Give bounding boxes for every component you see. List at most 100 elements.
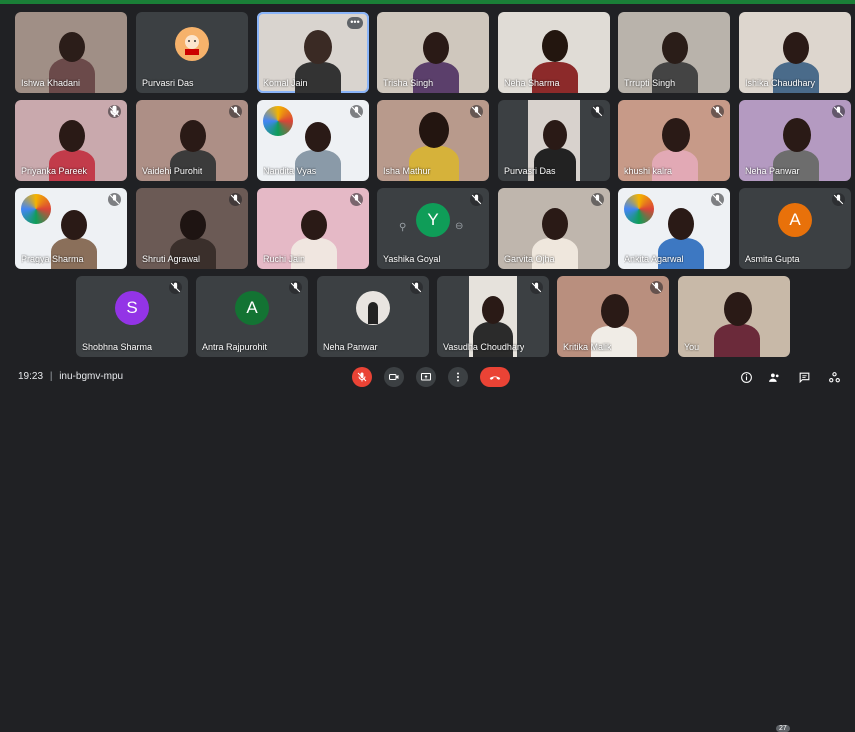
- participant-tile[interactable]: Neha Panwar: [317, 276, 429, 357]
- participant-tile[interactable]: Shruti Agrawal: [136, 188, 248, 269]
- mic-off-icon: [470, 105, 483, 118]
- mic-off-icon: [470, 193, 483, 206]
- participant-tile[interactable]: Nandita Vyas: [257, 100, 369, 181]
- participant-tile[interactable]: Ankita Agarwal: [618, 188, 730, 269]
- participant-tile[interactable]: Isha Mathur: [377, 100, 489, 181]
- participant-tile[interactable]: Purvasri Das: [136, 12, 248, 93]
- participant-tile[interactable]: Y ⚲ ⊖ Yashika Goyal: [377, 188, 489, 269]
- participant-tile[interactable]: A Antra Rajpurohit: [196, 276, 308, 357]
- participant-tile[interactable]: A Asmita Gupta: [739, 188, 851, 269]
- mic-off-icon: [350, 105, 363, 118]
- participant-video: [783, 32, 809, 64]
- participant-tile[interactable]: Pragya Sharma: [15, 188, 127, 269]
- avatar-initial: A: [789, 210, 801, 230]
- mic-off-icon: [591, 105, 604, 118]
- participant-video: [534, 148, 576, 181]
- chat-icon: [799, 372, 809, 383]
- participant-tile[interactable]: Purvasri Das: [498, 100, 610, 181]
- participant-video: [180, 210, 206, 240]
- activities-button[interactable]: [826, 369, 842, 385]
- mic-off-icon: [832, 193, 845, 206]
- camera-toggle-button[interactable]: [384, 367, 404, 387]
- participant-count-badge: 27: [776, 725, 790, 732]
- participant-name: Neha Panwar: [323, 342, 378, 352]
- event-logo: [624, 194, 654, 224]
- tile-more-icon[interactable]: •••: [347, 17, 363, 29]
- mic-off-icon: [650, 281, 663, 294]
- participant-video: [301, 210, 327, 240]
- participant-tile[interactable]: Vasudha Choudhary: [437, 276, 549, 357]
- participant-tile[interactable]: khushi kalra: [618, 100, 730, 181]
- participant-tile[interactable]: Garvita Ojha: [498, 188, 610, 269]
- participant-video: [601, 294, 629, 328]
- participant-tile[interactable]: Vaidehi Purohit: [136, 100, 248, 181]
- participant-video: [304, 30, 332, 64]
- participant-name: Purvasri Das: [142, 78, 194, 88]
- mic-off-icon: [711, 193, 724, 206]
- pin-icon[interactable]: ⚲: [399, 222, 406, 233]
- meeting-details-button[interactable]: [738, 369, 754, 385]
- participant-name: Kritika Malik: [563, 342, 612, 352]
- avatar-initial: S: [126, 298, 138, 318]
- present-icon: [421, 373, 431, 381]
- participant-tile[interactable]: S Shobhna Sharma: [76, 276, 188, 357]
- divider: |: [49, 371, 53, 382]
- mic-off-icon: [289, 281, 302, 294]
- participant-name: Pragya Sharma: [21, 254, 84, 264]
- participant-tile[interactable]: Priyanka Pareek: [15, 100, 127, 181]
- avatar-initial: A: [246, 298, 258, 318]
- mic-toggle-button[interactable]: [352, 367, 372, 387]
- end-call-icon: [489, 376, 501, 380]
- participant-name: Ruchi Jain: [263, 254, 306, 264]
- participant-name: Neha Sharma: [504, 78, 560, 88]
- mic-off-icon: [711, 105, 724, 118]
- participant-tile[interactable]: Ruchi Jain: [257, 188, 369, 269]
- cartoon-avatar-icon: [185, 35, 199, 56]
- end-call-button[interactable]: [480, 367, 510, 387]
- mic-off-icon: [350, 193, 363, 206]
- avatar: Y: [416, 203, 450, 238]
- participant-video: [180, 120, 206, 152]
- mic-off-icon: [530, 281, 543, 294]
- participant-name: Nandita Vyas: [263, 166, 317, 176]
- participant-tile[interactable]: Trisha Singh: [377, 12, 489, 93]
- remove-icon[interactable]: ⊖: [455, 221, 463, 232]
- people-button[interactable]: [766, 369, 782, 385]
- participant-name: Trisha Singh: [383, 78, 434, 88]
- participant-name: Garvita Ojha: [504, 254, 555, 264]
- participant-video: [543, 120, 567, 150]
- mic-off-icon: [229, 105, 242, 118]
- participant-name: Purvasri Das: [504, 166, 556, 176]
- meeting-info: 19:23 | inu-bgmv-mpu: [18, 371, 123, 382]
- mic-off-icon: [410, 281, 423, 294]
- meeting-time: 19:23: [18, 371, 44, 382]
- mic-off-icon: [832, 105, 845, 118]
- participant-name: Shruti Agrawal: [142, 254, 201, 264]
- participant-name: Antra Rajpurohit: [202, 342, 268, 352]
- more-options-button[interactable]: [448, 367, 468, 387]
- participant-tile[interactable]: Kritika Malik: [557, 276, 669, 357]
- mic-off-icon: [169, 281, 182, 294]
- participant-tile-active[interactable]: ••• Komal Jain: [257, 12, 369, 93]
- participant-video: [61, 210, 87, 240]
- chat-button[interactable]: [796, 369, 812, 385]
- present-button[interactable]: [416, 367, 436, 387]
- participant-tile[interactable]: Ishwa Khadani: [15, 12, 127, 93]
- participant-tile[interactable]: Neha Panwar: [739, 100, 851, 181]
- participant-tile[interactable]: Neha Sharma: [498, 12, 610, 93]
- avatar-initial: Y: [427, 210, 439, 230]
- self-tile[interactable]: You: [678, 276, 790, 357]
- participant-video: [724, 292, 752, 326]
- self-name: You: [684, 342, 700, 352]
- participant-name: Neha Panwar: [745, 166, 800, 176]
- participant-tile[interactable]: Trrupti Singh: [618, 12, 730, 93]
- event-logo: [21, 194, 51, 224]
- participant-video: [662, 32, 688, 64]
- participant-tile[interactable]: Ishika Chaudhary: [739, 12, 851, 93]
- avatar: A: [778, 203, 812, 238]
- avatar: [356, 291, 390, 326]
- more-options-icon: [457, 372, 459, 382]
- participant-video: [482, 296, 504, 324]
- participant-video: [59, 120, 85, 152]
- camera-icon: [389, 374, 399, 380]
